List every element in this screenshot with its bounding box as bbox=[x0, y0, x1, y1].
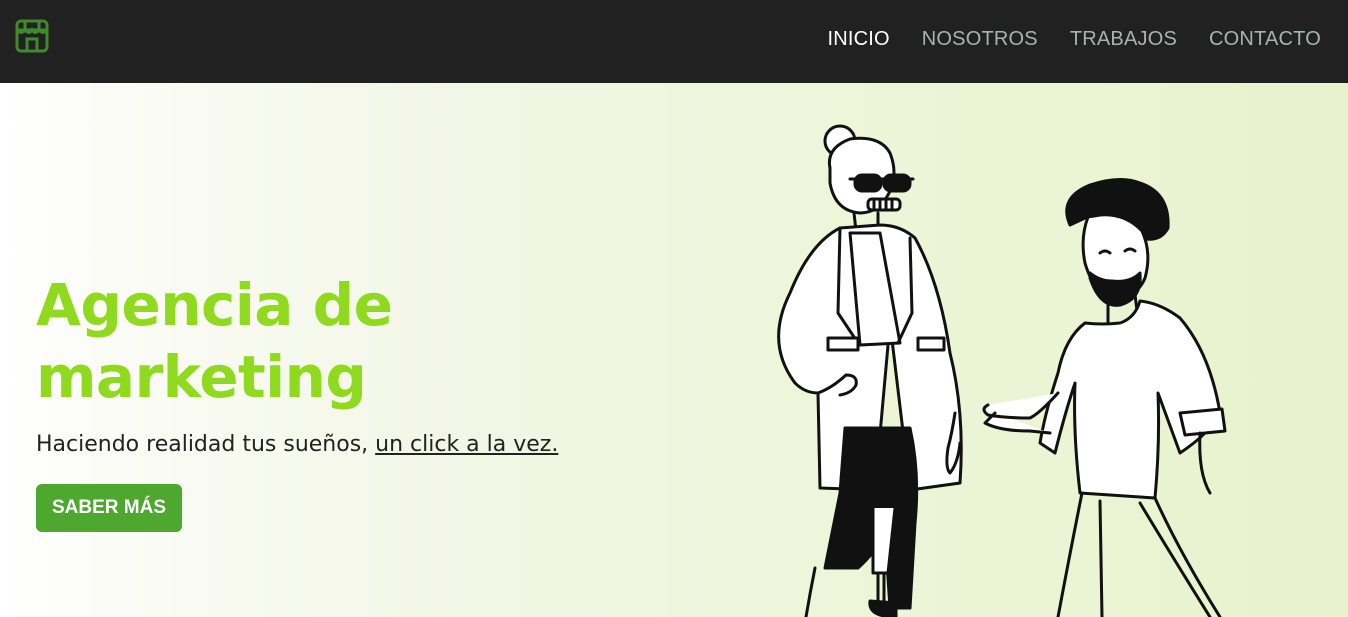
navbar: INICIO NOSOTROS TRABAJOS CONTACTO bbox=[0, 0, 1348, 83]
hero-section: Agencia de marketing Haciendo realidad tu… bbox=[0, 83, 1348, 617]
nav-link-contacto[interactable]: CONTACTO bbox=[1209, 28, 1321, 51]
two-people-walking-illustration bbox=[777, 124, 1227, 617]
main-nav: INICIO NOSOTROS TRABAJOS CONTACTO bbox=[827, 28, 1321, 51]
hero-title-line-1: Agencia de bbox=[36, 271, 393, 339]
hero-title-line-2: marketing bbox=[36, 343, 367, 411]
hero-subtitle-link[interactable]: un click a la vez. bbox=[375, 432, 558, 457]
storefront-icon[interactable] bbox=[14, 18, 50, 54]
nav-link-inicio[interactable]: INICIO bbox=[827, 28, 889, 51]
hero-subtitle: Haciendo realidad tus sueños, un click a… bbox=[36, 432, 558, 457]
nav-link-nosotros[interactable]: NOSOTROS bbox=[922, 28, 1038, 51]
hero-subtitle-text: Haciendo realidad tus sueños, bbox=[36, 432, 376, 457]
nav-link-trabajos[interactable]: TRABAJOS bbox=[1070, 28, 1177, 51]
saber-mas-button[interactable]: SABER MÁS bbox=[36, 484, 182, 532]
hero-title: Agencia de marketing bbox=[36, 269, 496, 413]
